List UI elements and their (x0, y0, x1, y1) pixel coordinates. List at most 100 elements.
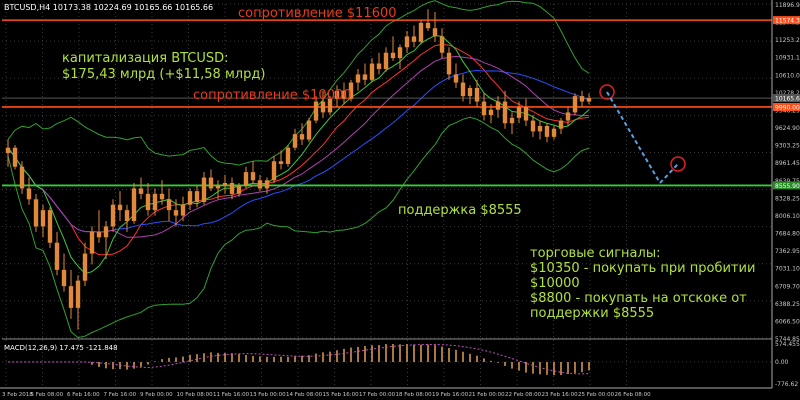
price-tick-label: 6709.70 (775, 283, 800, 290)
time-tick-label: 7 Feb 16:00 (104, 392, 137, 398)
candle-body (481, 101, 487, 116)
signals-line-2: $10000 (530, 276, 580, 291)
price-tick-label: 8006.10 (775, 213, 800, 220)
capitalization-title: капитализация BTCUSD: (62, 51, 229, 66)
candle-body (250, 172, 256, 181)
price-tick-label: 10610.00 (775, 72, 800, 79)
candle-body (215, 185, 221, 189)
candle-body (460, 82, 466, 97)
candle-body (467, 87, 473, 97)
signals-line-1: $10350 - покупать при пробитии (530, 261, 755, 276)
time-tick-label: 5 Feb 08:00 (31, 392, 64, 398)
candle-body (306, 120, 312, 140)
price-chart: BTCUSD,H4 10173.38 10224.69 10165.66 101… (0, 0, 800, 400)
price-tick-label: 11896.90 (775, 2, 800, 9)
price-tick-label: 9624.90 (775, 125, 800, 132)
time-tick-label: 11 Feb 16:00 (213, 392, 250, 398)
candle-body (320, 101, 326, 113)
candle-body (516, 106, 522, 118)
time-tick-label: 6 Feb 16:00 (67, 392, 100, 398)
candle-body (124, 210, 130, 221)
time-tick-label: 3 Feb 2018 (2, 392, 33, 398)
candle-body (453, 74, 459, 83)
candle-body (565, 112, 571, 121)
time-tick-label: 10 Feb 08:00 (177, 392, 214, 398)
candle-body (54, 242, 60, 270)
price-tick-label: 7031.10 (775, 266, 800, 273)
candle-body (579, 96, 585, 102)
candle-body (397, 47, 403, 59)
candle-body (103, 226, 109, 238)
symbol-header: BTCUSD,H4 10173.38 10224.69 10165.66 101… (4, 3, 213, 12)
candle-body (271, 161, 277, 181)
support-price-tag: 8555.90 (775, 183, 800, 190)
candle-body (523, 106, 529, 121)
candle-body (96, 231, 102, 238)
candle-body (166, 199, 172, 211)
time-tick-label: 21 Feb 00:00 (469, 392, 506, 398)
candle-body (313, 101, 319, 121)
candle-body (110, 204, 116, 227)
price-tick-label: 6388.25 (775, 301, 800, 308)
price-axis: 11896.90 11574.30 11253.20 10931.10 10610.00… (771, 0, 800, 400)
signals-line-4: поддержки $8555 (530, 306, 654, 321)
time-tick-label: 19 Feb 16:00 (432, 392, 469, 398)
candle-body (299, 134, 305, 140)
candle-body (33, 199, 39, 227)
candle-body (61, 269, 67, 287)
candle-body (425, 22, 431, 29)
candle-body (145, 193, 151, 211)
time-tick-label: 13 Feb 00:00 (250, 392, 287, 398)
candle-body (292, 134, 298, 148)
time-tick-label: 18 Feb 08:00 (396, 392, 433, 398)
signals-title: торговые сигналы: (530, 246, 660, 261)
candle-body (432, 28, 438, 37)
candle-body (502, 101, 508, 124)
candle-body (509, 117, 515, 124)
candle-body (47, 210, 53, 243)
signals-line-3: $8800 - покупать на отскоке от (530, 291, 747, 306)
candle-body (285, 147, 291, 164)
candle-body (488, 109, 494, 116)
candle-body (187, 191, 193, 205)
candle-body (117, 204, 123, 211)
candle-body (75, 280, 81, 308)
candle-body (544, 125, 550, 137)
price-tick-label: 9303.25 (775, 143, 800, 150)
macd-tick-label: 574.455 (775, 341, 800, 348)
candle-body (12, 147, 18, 167)
time-tick-label: 15 Feb 16:00 (323, 392, 360, 398)
price-tick-label: 10931.10 (775, 55, 800, 62)
mid-price-tag: 9990.00 (775, 104, 800, 111)
candle-body (572, 96, 578, 113)
resistance-price-tag: 11574.30 (775, 18, 800, 25)
current-price-tag: 10165.66 (775, 96, 800, 103)
time-tick-label: 9 Feb 00:00 (140, 392, 173, 398)
support-label: поддержка $8555 (398, 203, 522, 218)
candle-body (194, 191, 200, 202)
candle-body (362, 74, 368, 80)
candle-body (159, 193, 165, 200)
time-tick-label: 22 Feb 08:00 (505, 392, 542, 398)
candle-body (5, 147, 11, 154)
candle-body (446, 52, 452, 75)
candle-body (439, 36, 445, 53)
resistance-mid-label: сопротивление $10000 (193, 88, 352, 103)
candle-body (180, 204, 186, 216)
candle-body (26, 188, 32, 200)
time-tick-label: 17 Feb 00:00 (359, 392, 396, 398)
candle-body (68, 286, 74, 308)
candle-body (173, 210, 179, 216)
candle-body (201, 177, 207, 202)
macd-tick-label: 0.00 (775, 359, 789, 366)
capitalization-value: $175,43 млрд (+$11,58 млрд) (62, 67, 265, 82)
price-tick-label: 7684.80 (775, 231, 800, 238)
candle-body (586, 98, 592, 102)
price-tick-label: 6066.50 (775, 318, 800, 325)
macd-tick-label: -776.62 (775, 381, 798, 388)
candle-body (537, 125, 543, 132)
candle-body (551, 128, 557, 137)
candle-body (355, 74, 361, 83)
candle-body (404, 36, 410, 48)
candle-body (264, 180, 270, 189)
